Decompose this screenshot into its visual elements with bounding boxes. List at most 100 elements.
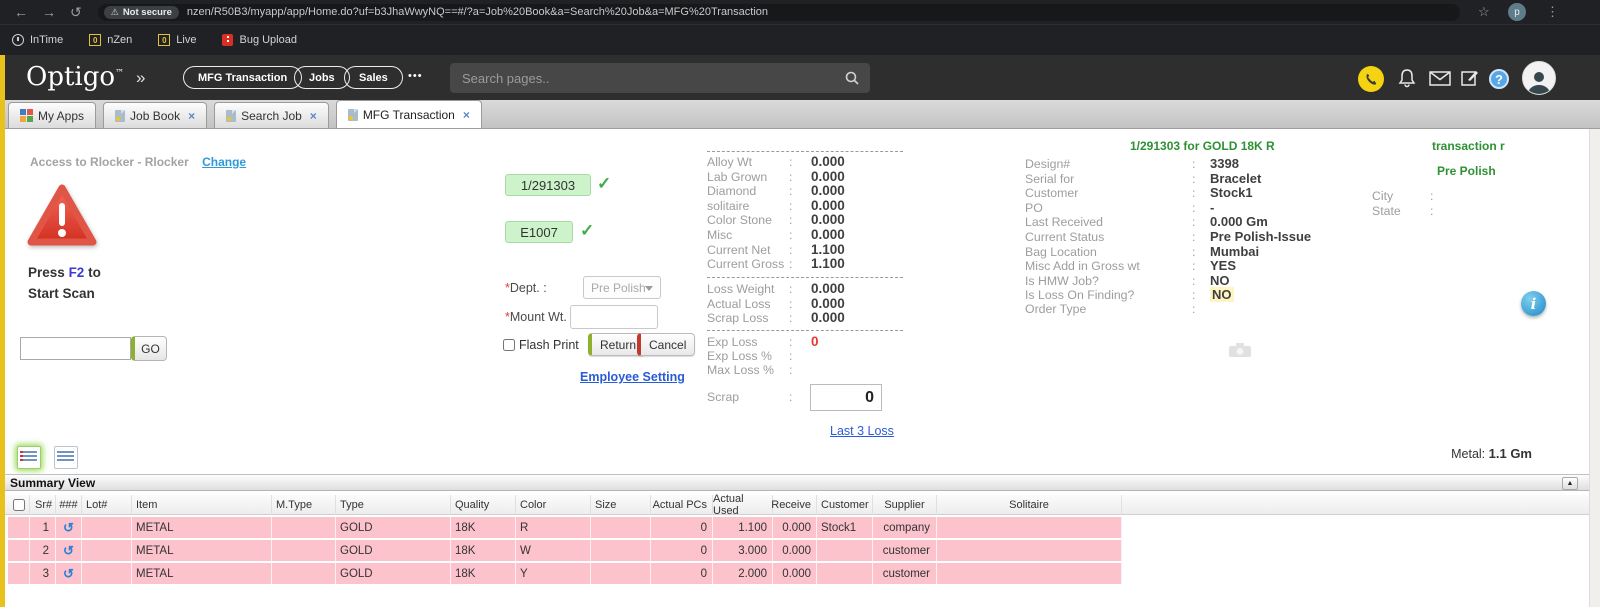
- warning-triangle-icon: [26, 183, 98, 249]
- job-number-field[interactable]: 1/291303: [505, 174, 591, 196]
- col-actual-pcs[interactable]: Actual PCs: [651, 495, 713, 515]
- table-row[interactable]: 2 ↺ METAL GOLD 18K W 0 3.000 0.000 custo…: [8, 540, 1122, 561]
- col-hash[interactable]: ###: [56, 495, 82, 515]
- scrap-input[interactable]: [810, 384, 882, 411]
- dept-select[interactable]: Pre Polish: [583, 276, 661, 299]
- bookmark-label: InTime: [30, 34, 63, 46]
- employee-setting-link[interactable]: Employee Setting: [580, 370, 685, 384]
- nav-pill-jobs[interactable]: Jobs: [294, 66, 350, 89]
- tab-search-job[interactable]: Search Job ×: [214, 102, 329, 128]
- back-icon[interactable]: ←: [14, 5, 28, 19]
- search-input[interactable]: [450, 71, 844, 86]
- nav-pill-mfg-transaction[interactable]: MFG Transaction: [183, 66, 302, 89]
- search-icon[interactable]: [844, 70, 860, 86]
- weights-block: Alloy Wt:0.000 Lab Grown:0.000 Diamond:0…: [707, 154, 917, 271]
- tab-job-book[interactable]: Job Book ×: [103, 102, 207, 128]
- help-icon[interactable]: ?: [1489, 69, 1509, 89]
- browser-profile-avatar[interactable]: p: [1508, 3, 1526, 21]
- employee-check-icon: ✓: [580, 221, 594, 241]
- undo-icon[interactable]: ↺: [63, 520, 74, 536]
- bookmark-label: Bug Upload: [239, 34, 297, 46]
- phone-icon[interactable]: [1358, 66, 1384, 92]
- col-lot[interactable]: Lot#: [82, 495, 132, 515]
- clock-icon: [12, 34, 24, 46]
- col-customer[interactable]: Customer: [817, 495, 873, 515]
- bookmark-star-icon[interactable]: ☆: [1478, 4, 1490, 20]
- collapse-button[interactable]: ▲: [1562, 477, 1578, 490]
- table-row[interactable]: 3 ↺ METAL GOLD 18K Y 0 2.000 0.000 custo…: [8, 563, 1122, 584]
- bookmark-live[interactable]: 0 Live: [158, 34, 196, 46]
- cancel-button[interactable]: Cancel: [637, 333, 695, 356]
- reload-icon[interactable]: ↺: [70, 5, 82, 19]
- table-row[interactable]: 1 ↺ METAL GOLD 18K R 0 1.100 0.000 Stock…: [8, 517, 1122, 538]
- col-item[interactable]: Item: [132, 495, 272, 515]
- bookmarks-bar: InTime 0 nZen 0 Live Bug Upload: [0, 24, 1600, 55]
- metal-total: Metal: 1.1 Gm: [1377, 446, 1532, 461]
- flash-print-row: Flash Print: [503, 338, 579, 352]
- vertical-scrollbar[interactable]: [1589, 129, 1600, 607]
- page-search[interactable]: [450, 63, 870, 93]
- compose-icon[interactable]: [1461, 69, 1479, 87]
- detail-view-icon[interactable]: [54, 446, 78, 469]
- forward-icon[interactable]: →: [42, 5, 56, 19]
- scrap-row: Scrap :: [707, 390, 811, 404]
- col-sr[interactable]: Sr#: [30, 495, 56, 515]
- zero-badge-icon: 0: [158, 34, 170, 46]
- mail-icon[interactable]: [1429, 71, 1451, 86]
- summary-view-bar: Summary View ▲: [0, 474, 1590, 491]
- tab-my-apps[interactable]: My Apps: [8, 102, 96, 128]
- last-3-loss-link[interactable]: Last 3 Loss: [830, 424, 894, 438]
- undo-icon[interactable]: ↺: [63, 543, 74, 559]
- weight-row: Color Stone:0.000: [707, 212, 917, 227]
- close-icon[interactable]: ×: [463, 108, 470, 122]
- bookmark-nzen[interactable]: 0 nZen: [89, 34, 132, 46]
- table-header: Sr# ### Lot# Item M.Type Type Quality Co…: [0, 495, 1590, 515]
- col-mtype[interactable]: M.Type: [272, 495, 336, 515]
- tab-label: Job Book: [130, 109, 180, 123]
- tab-mfg-transaction[interactable]: MFG Transaction ×: [336, 100, 482, 128]
- bookmark-label: nZen: [107, 34, 132, 46]
- mount-wt-input[interactable]: [570, 305, 658, 329]
- weight-row: Diamond:0.000: [707, 183, 917, 198]
- summary-view-icon[interactable]: [17, 446, 41, 469]
- col-supplier[interactable]: Supplier: [873, 495, 937, 515]
- notifications-bell-icon[interactable]: [1398, 68, 1416, 88]
- info-icon[interactable]: i: [1521, 291, 1546, 316]
- col-type[interactable]: Type: [336, 495, 451, 515]
- info-row: Customer:Stock1: [1025, 185, 1355, 200]
- close-icon[interactable]: ×: [188, 109, 195, 123]
- info-row: Bag Location:Mumbai: [1025, 244, 1355, 259]
- undo-icon[interactable]: ↺: [63, 566, 74, 582]
- close-icon[interactable]: ×: [310, 109, 317, 123]
- address-bar[interactable]: ⚠ Not secure nzen/R50B3/myapp/app/Home.d…: [98, 4, 1460, 21]
- browser-menu-icon[interactable]: ⋮: [1546, 4, 1559, 20]
- employee-code-field[interactable]: E1007: [505, 221, 573, 243]
- state-row: State:: [1372, 204, 1492, 218]
- url-text[interactable]: nzen/R50B3/myapp/app/Home.do?uf=b3JhaWwy…: [187, 6, 768, 18]
- col-quality[interactable]: Quality: [451, 495, 516, 515]
- mount-wt-label: *Mount Wt. :: [505, 310, 574, 324]
- flash-print-checkbox[interactable]: [503, 339, 515, 351]
- chevron-expand-icon[interactable]: »: [136, 68, 145, 88]
- security-badge[interactable]: ⚠ Not secure: [104, 6, 179, 19]
- col-color[interactable]: Color: [516, 495, 591, 515]
- info-row: Current Status:Pre Polish-Issue: [1025, 229, 1355, 244]
- browser-toolbar: ← → ↺ ⚠ Not secure nzen/R50B3/myapp/app/…: [0, 0, 1600, 24]
- bookmark-bug-upload[interactable]: Bug Upload: [222, 34, 297, 46]
- col-actual-used[interactable]: Actual Used: [713, 495, 773, 515]
- go-button[interactable]: GO: [131, 336, 167, 361]
- user-avatar[interactable]: [1522, 61, 1556, 95]
- col-size[interactable]: Size: [591, 495, 651, 515]
- more-menu-icon[interactable]: •••: [408, 70, 423, 82]
- col-solitaire[interactable]: Solitaire: [937, 495, 1122, 515]
- col-receive[interactable]: Receive: [773, 495, 817, 515]
- nav-pill-sales[interactable]: Sales: [344, 66, 403, 89]
- bookmark-intime[interactable]: InTime: [12, 34, 63, 46]
- select-all-checkbox[interactable]: [13, 499, 25, 511]
- change-link[interactable]: Change: [202, 155, 246, 169]
- camera-icon[interactable]: [1228, 342, 1252, 358]
- optigo-logo[interactable]: Optigo™: [26, 62, 124, 92]
- scan-input[interactable]: [20, 337, 131, 360]
- job-check-icon: ✓: [597, 174, 611, 194]
- exp-row: Exp Loss:0: [707, 334, 917, 349]
